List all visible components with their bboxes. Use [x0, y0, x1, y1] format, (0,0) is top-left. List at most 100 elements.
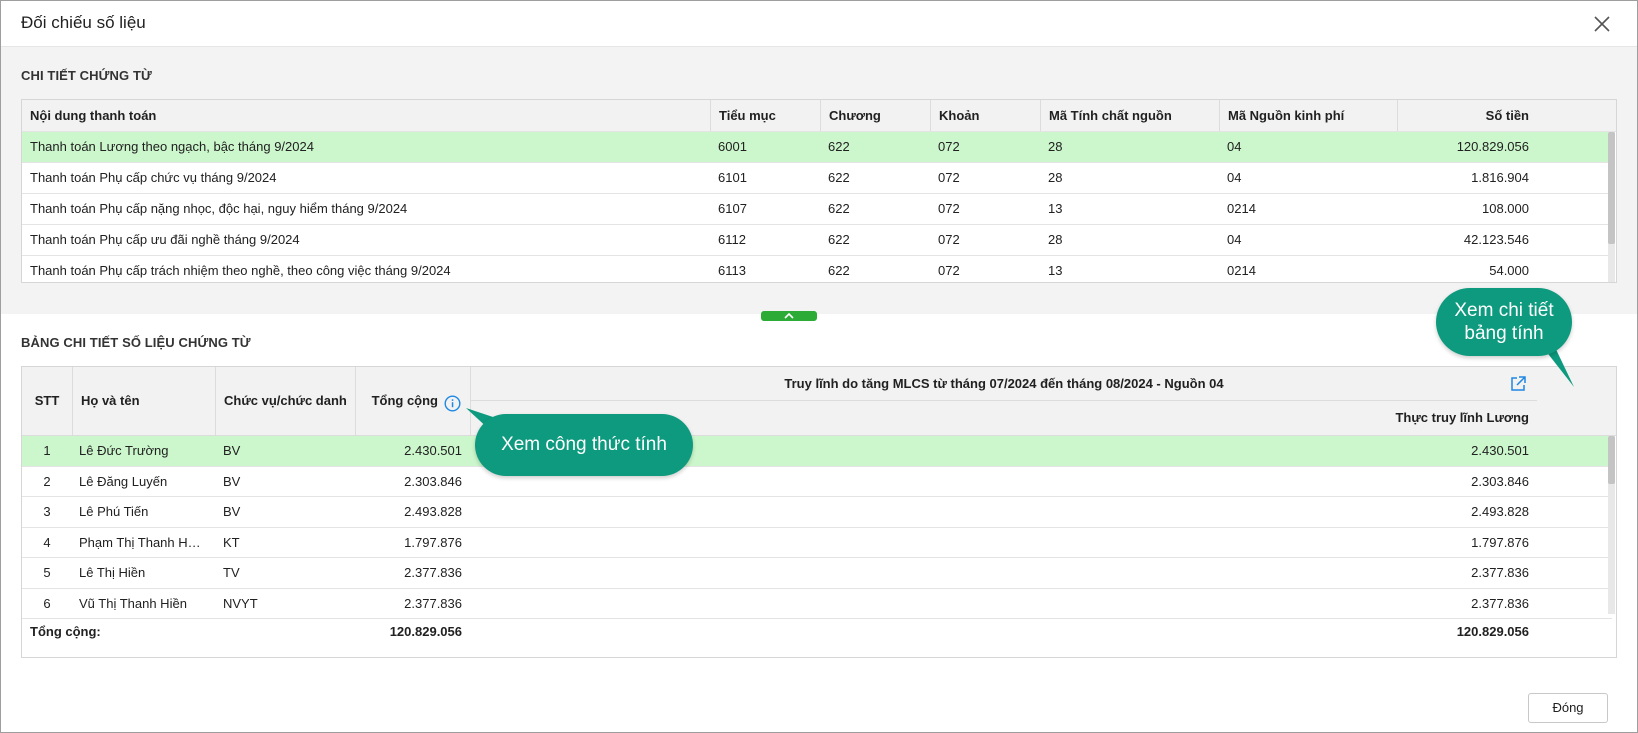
cell-content: Thanh toán Phụ cấp nặng nhọc, độc hại, n…	[30, 201, 408, 216]
callout-view-detail-sheet-text: Xem chi tiết bảng tính	[1454, 300, 1554, 344]
close-icon[interactable]	[1591, 13, 1613, 35]
cell-source-nature: 28	[1048, 232, 1063, 247]
detail-row[interactable]: 5 Lê Thị Hiền TV 2.377.836 2.377.836	[22, 558, 1612, 589]
cell-stt: 2	[43, 473, 51, 489]
col-sub-item[interactable]: Tiểu mục	[710, 100, 820, 131]
cell-chapter: 622	[828, 263, 850, 278]
detail-row[interactable]: 1 Lê Đức Trường BV 2.430.501 2.430.501	[22, 436, 1612, 467]
detail-grid: STT Họ và tên Chức vụ/chức danh Tổng cộn…	[21, 366, 1617, 658]
voucher-grid-scroll-thumb[interactable]	[1608, 132, 1615, 244]
col-total[interactable]: Tổng cộng	[355, 367, 470, 435]
cell-full-name: Phạm Thị Thanh Hườ...	[79, 534, 215, 550]
voucher-grid-header: Nội dung thanh toán Tiểu mục Chương Khoả…	[22, 100, 1616, 132]
detail-data-section: BẢNG CHI TIẾT SỐ LIỆU CHỨNG TỪ STT Họ và…	[1, 314, 1637, 685]
voucher-row[interactable]: Thanh toán Phụ cấp trách nhiệm theo nghề…	[22, 256, 1612, 282]
info-icon[interactable]	[444, 392, 461, 423]
voucher-detail-section: CHI TIẾT CHỨNG TỪ Nội dung thanh toán Ti…	[1, 47, 1637, 314]
cell-total: 2.493.828	[404, 504, 462, 519]
cell-source-nature: 28	[1048, 139, 1063, 154]
detail-grid-scrollbar[interactable]	[1608, 436, 1615, 614]
callout-view-formula-text: Xem công thức tính	[501, 434, 667, 455]
collapse-splitter[interactable]	[761, 311, 817, 321]
footer-actual-salary-total: 120.829.056	[1456, 624, 1529, 639]
cell-source-nature: 13	[1048, 263, 1063, 278]
cell-position: BV	[223, 504, 241, 519]
cell-sub-item: 6107	[718, 201, 747, 216]
detail-grid-header: STT Họ và tên Chức vụ/chức danh Tổng cộn…	[22, 367, 1616, 436]
cell-actual-salary: 2.493.828	[1471, 504, 1529, 519]
cell-total: 2.377.836	[404, 565, 462, 580]
voucher-row[interactable]: Thanh toán Phụ cấp chức vụ tháng 9/2024 6…	[22, 163, 1612, 194]
cell-position: NVYT	[223, 595, 258, 611]
cell-stt: 4	[43, 534, 51, 550]
col-amount[interactable]: Số tiền	[1397, 100, 1537, 131]
cell-source-nature: 28	[1048, 170, 1063, 185]
col-position[interactable]: Chức vụ/chức danh	[215, 367, 355, 435]
col-group-header: Truy lĩnh do tăng MLCS từ tháng 07/2024 …	[470, 367, 1537, 401]
voucher-row[interactable]: Thanh toán Lương theo ngạch, bậc tháng 9…	[22, 132, 1612, 163]
voucher-row[interactable]: Thanh toán Phụ cấp nặng nhọc, độc hại, n…	[22, 194, 1612, 225]
cell-total: 1.797.876	[404, 534, 462, 550]
cell-amount: 42.123.546	[1463, 232, 1529, 247]
cell-full-name: Lê Phú Tiến	[79, 504, 149, 519]
col-stt[interactable]: STT	[22, 367, 72, 435]
cell-full-name: Lê Đăng Luyến	[79, 473, 168, 489]
cell-sub-item: 6112	[718, 232, 746, 247]
col-source-nature[interactable]: Mã Tính chất nguồn	[1040, 100, 1219, 131]
voucher-grid: Nội dung thanh toán Tiểu mục Chương Khoả…	[21, 99, 1617, 283]
detail-row[interactable]: 4 Phạm Thị Thanh Hườ... KT 1.797.876 1.797.8…	[22, 528, 1612, 558]
cell-position: BV	[223, 443, 241, 458]
cell-fund-source: 04	[1227, 232, 1242, 247]
col-clause[interactable]: Khoản	[930, 100, 1040, 131]
cell-chapter: 622	[828, 170, 850, 185]
col-full-name[interactable]: Họ và tên	[72, 367, 215, 435]
close-button[interactable]: Đóng	[1528, 693, 1608, 723]
col-content[interactable]: Nội dung thanh toán	[22, 100, 710, 131]
cell-amount: 120.829.056	[1456, 139, 1529, 154]
cell-chapter: 622	[828, 232, 850, 247]
open-external-icon[interactable]	[1509, 375, 1527, 396]
dialog-footer: Đóng	[1, 685, 1637, 732]
cell-position: BV	[223, 473, 241, 489]
dialog-title: Đối chiếu số liệu	[21, 13, 146, 32]
cell-stt: 5	[43, 565, 51, 580]
cell-position: KT	[223, 534, 240, 550]
voucher-row[interactable]: Thanh toán Phụ cấp ưu đãi nghề tháng 9/2…	[22, 225, 1612, 256]
detail-row[interactable]: 2 Lê Đăng Luyến BV 2.303.846 2.303.846	[22, 467, 1612, 497]
detail-grid-scroll-thumb[interactable]	[1608, 436, 1615, 484]
detail-row[interactable]: 6 Vũ Thị Thanh Hiền NVYT 2.377.836 2.377.836	[22, 589, 1612, 619]
cell-stt: 6	[43, 595, 51, 611]
cell-content: Thanh toán Lương theo ngạch, bậc tháng 9…	[30, 139, 314, 154]
cell-sub-item: 6113	[718, 263, 746, 278]
footer-total-value: 120.829.056	[389, 624, 462, 639]
detail-grid-footer: Tổng cộng: 120.829.056 120.829.056	[22, 616, 1616, 647]
cell-total: 2.303.846	[404, 473, 462, 489]
cell-chapter: 622	[828, 139, 850, 154]
cell-sub-item: 6001	[718, 139, 747, 154]
cell-amount: 1.816.904	[1471, 170, 1529, 185]
cell-actual-salary: 1.797.876	[1471, 534, 1529, 550]
cell-stt: 3	[43, 504, 51, 519]
reconcile-dialog: Đối chiếu số liệu CHI TIẾT CHỨNG TỪ Nội …	[0, 0, 1638, 733]
detail-row[interactable]: 3 Lê Phú Tiến BV 2.493.828 2.493.828	[22, 497, 1612, 528]
cell-sub-item: 6101	[718, 170, 747, 185]
dialog-body: CHI TIẾT CHỨNG TỪ Nội dung thanh toán Ti…	[1, 47, 1637, 685]
callout-view-formula: Xem công thức tính	[475, 414, 693, 476]
col-fund-source[interactable]: Mã Nguồn kinh phí	[1219, 100, 1397, 131]
cell-clause: 072	[938, 201, 960, 216]
col-total-label: Tổng cộng	[371, 393, 438, 408]
cell-clause: 072	[938, 170, 960, 185]
cell-fund-source: 04	[1227, 139, 1242, 154]
cell-fund-source: 0214	[1227, 201, 1256, 216]
cell-full-name: Lê Thị Hiền	[79, 565, 146, 580]
cell-fund-source: 04	[1227, 170, 1242, 185]
voucher-grid-scrollbar[interactable]	[1608, 132, 1615, 282]
cell-fund-source: 0214	[1227, 263, 1256, 278]
cell-content: Thanh toán Phụ cấp trách nhiệm theo nghề…	[30, 263, 451, 278]
cell-clause: 072	[938, 232, 960, 247]
cell-source-nature: 13	[1048, 201, 1063, 216]
cell-content: Thanh toán Phụ cấp chức vụ tháng 9/2024	[30, 170, 277, 185]
col-chapter[interactable]: Chương	[820, 100, 930, 131]
cell-chapter: 622	[828, 201, 850, 216]
cell-actual-salary: 2.377.836	[1471, 595, 1529, 611]
